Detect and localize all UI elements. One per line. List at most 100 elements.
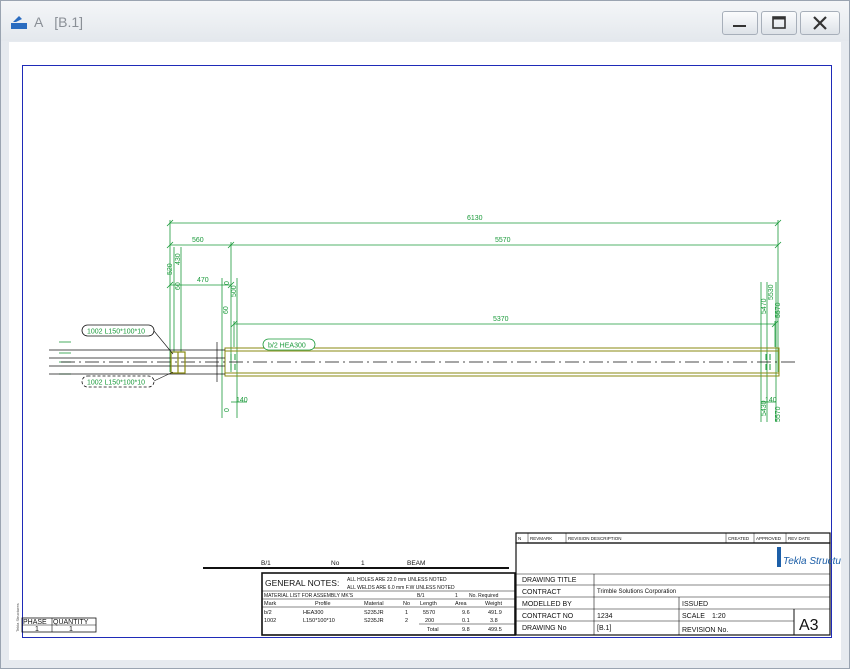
- assembly-header: B/1 No 1 BEAM: [203, 560, 509, 569]
- dim-0a: 0: [224, 281, 231, 285]
- title-bar[interactable]: A [B.1]: [1, 1, 849, 41]
- dim-60b: 60: [223, 306, 230, 314]
- material-list-count: 1: [455, 593, 458, 599]
- phase-table: PHASE QUANTITY 1 1: [21, 617, 97, 633]
- revision-block: N REVMARK REVISION DESCRIPTION CREATED A…: [515, 532, 831, 544]
- dimension-texts: 6130 560 5570 470 5370 430 520 60 500 0 …: [167, 215, 782, 422]
- dim-60a: 60: [175, 282, 182, 290]
- row2-mark: 1002: [264, 618, 276, 624]
- maximize-icon: [772, 16, 786, 29]
- material-col-no: No: [403, 601, 410, 607]
- row2-material: S235JR: [364, 618, 384, 624]
- total-area: 9.8: [462, 627, 470, 633]
- row2-weight: 3.8: [490, 618, 498, 624]
- notes-table: GENERAL NOTES: ALL HOLES ARE 22.0 mm UNL…: [261, 572, 516, 636]
- material-list-title: MATERIAL LIST FOR ASSEMBLY MK'S: [264, 593, 354, 599]
- dim-140a: 140: [236, 397, 248, 404]
- row1-material: S235JR: [364, 610, 384, 616]
- material-col-profile: Profile: [315, 601, 331, 607]
- dim-5430: 5430: [761, 400, 768, 416]
- side-note: Tekla Structures: [15, 603, 20, 632]
- modelled-by-label: MODELLED BY: [522, 601, 572, 608]
- drawing-no-label: DRAWING No: [522, 625, 567, 632]
- notes-line1: ALL HOLES ARE 22.0 mm UNLESS NOTED: [347, 577, 447, 583]
- title-block: Tekla Structures DRAWING TITLE CONTRACT …: [515, 542, 841, 636]
- row1-no: 1: [405, 610, 408, 616]
- contract-no-label: CONTRACT NO: [522, 613, 574, 620]
- table-row: b/2 HEA300 S235JR 1 5570 9.6 491.9: [264, 610, 502, 616]
- dim-overall: 6130: [467, 215, 483, 222]
- dim-5530: 5530: [768, 284, 775, 300]
- contract-label: CONTRACT: [522, 589, 562, 596]
- scale-label: SCALE: [682, 613, 705, 620]
- material-col-length: Length: [420, 601, 437, 607]
- dim-470: 470: [197, 277, 209, 284]
- revision-no-label: REVISION No.: [682, 627, 728, 634]
- part-label-lower-text: 1002 L150*100*10: [87, 380, 145, 387]
- rev-date: REV DATE: [788, 536, 810, 541]
- dim-5570r2: 5570: [775, 406, 782, 422]
- material-col-mark: Mark: [264, 601, 276, 607]
- phase-header: PHASE: [23, 619, 47, 626]
- rev-description: REVISION DESCRIPTION: [568, 536, 622, 541]
- window-title: A [B.1]: [34, 14, 83, 30]
- quantity-value: 1: [69, 626, 73, 633]
- dim-500: 500: [231, 285, 238, 297]
- row1-mark: b/2: [264, 610, 272, 616]
- row2-area: 0.1: [462, 618, 470, 624]
- dim-0b: 0: [224, 408, 231, 412]
- part-label-upper-text: 1002 L150*100*10: [87, 329, 145, 336]
- app-icon: [11, 16, 27, 29]
- close-icon: [813, 16, 827, 30]
- material-header-row: Mark Profile Material No Length Area Wei…: [264, 601, 502, 607]
- row1-profile: HEA300: [303, 610, 324, 616]
- contract-value: Trimble Solutions Corporation: [597, 589, 676, 595]
- tekla-logo: Tekla Structures: [777, 547, 841, 567]
- drawing-no-value: [B.1]: [597, 625, 611, 632]
- minimize-icon: [733, 25, 746, 27]
- material-col-weight: Weight: [485, 601, 502, 607]
- sheet-size: A3: [799, 617, 819, 634]
- row2-no: 2: [405, 618, 408, 624]
- total-weight: 499.5: [488, 627, 502, 633]
- dim-5370: 5370: [493, 316, 509, 323]
- drawing-svg: 1002 L150*100*10 1002 L150*100*10 b/2 HE…: [15, 215, 841, 636]
- angle-cleats[interactable]: [170, 351, 186, 374]
- maximize-button[interactable]: [761, 11, 797, 35]
- dim-520: 520: [167, 263, 174, 275]
- dim-5470: 5470: [761, 298, 768, 314]
- table-row: 1002 L150*100*10 S235JR 2 200 0.1 3.8: [264, 618, 498, 624]
- dim-5570: 5570: [495, 237, 511, 244]
- contract-no-value: 1234: [597, 613, 613, 620]
- minimize-button[interactable]: [722, 11, 758, 35]
- drawing-canvas[interactable]: 1002 L150*100*10 1002 L150*100*10 b/2 HE…: [9, 42, 841, 660]
- part-label-main[interactable]: b/2 HEA300: [262, 338, 316, 351]
- dim-5570r: 5570: [775, 302, 782, 318]
- row1-length: 5570: [423, 610, 435, 616]
- drawing-title-label: DRAWING TITLE: [522, 577, 577, 584]
- quantity-header: QUANTITY: [53, 619, 89, 626]
- row2-profile: L150*100*10: [303, 618, 335, 624]
- assembly-mark: B/1: [261, 560, 271, 567]
- notes-line2: ALL WELDS ARE 6.0 mm F.W UNLESS NOTED: [347, 585, 455, 591]
- material-list-required: No. Required: [469, 593, 499, 599]
- scale-value: 1:20: [712, 613, 726, 620]
- phase-value: 1: [35, 626, 39, 633]
- dim-430: 430: [175, 253, 182, 265]
- title-mark: [B.1]: [54, 14, 84, 30]
- assembly-no-value: 1: [361, 560, 365, 567]
- close-button[interactable]: [800, 11, 840, 35]
- drawing-window: A [B.1] 1002 L150*100*10 1002 L150*100*1…: [0, 0, 850, 669]
- total-label: Total: [427, 627, 439, 633]
- logo-text: Tekla Structures: [783, 556, 841, 567]
- rev-mark: REVMARK: [530, 536, 552, 541]
- material-col-area: Area: [455, 601, 468, 607]
- dimension-lines: [59, 219, 782, 422]
- dim-560: 560: [192, 237, 204, 244]
- notes-title: GENERAL NOTES:: [265, 578, 339, 588]
- rev-no: N: [518, 536, 521, 541]
- row1-weight: 491.9: [488, 610, 502, 616]
- issued-label: ISSUED: [682, 601, 708, 608]
- row2-length: 200: [425, 618, 434, 624]
- rev-created: CREATED: [728, 536, 750, 541]
